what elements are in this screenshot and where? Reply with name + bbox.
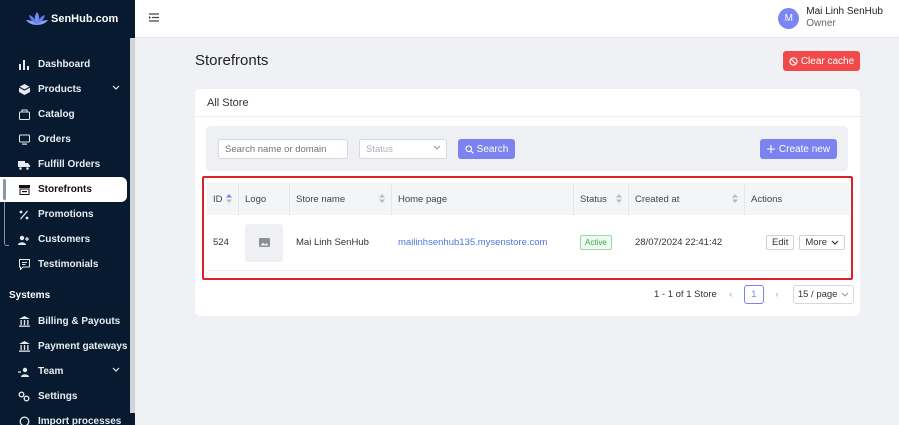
chevron-down-icon xyxy=(112,85,120,90)
sidebar: SenHub.com Dashboard Products Catalog Or… xyxy=(0,0,135,425)
bank-icon xyxy=(18,316,30,328)
pagination: 1 - 1 of 1 Store ‹ 1 › 15 / page xyxy=(654,285,855,304)
divider xyxy=(195,116,860,117)
sidebar-menu: Dashboard Products Catalog Orders Fulfil… xyxy=(0,52,130,425)
monitor-icon xyxy=(18,134,30,146)
sidebar-item-dashboard[interactable]: Dashboard xyxy=(0,52,130,77)
gears-icon xyxy=(18,391,30,403)
sidebar-item-settings[interactable]: Settings xyxy=(0,384,130,409)
sidebar-item-orders[interactable]: Orders xyxy=(0,127,130,152)
prev-page-icon[interactable]: ‹ xyxy=(723,289,739,300)
page-title: Storefronts xyxy=(195,52,269,69)
collapse-menu-icon[interactable] xyxy=(149,13,159,22)
search-input[interactable] xyxy=(218,139,348,159)
plus-icon xyxy=(766,145,775,153)
sidebar-item-fulfill-orders[interactable]: Fulfill Orders xyxy=(0,152,130,177)
sidebar-item-label: Storefronts xyxy=(38,184,92,195)
sidebar-item-customers[interactable]: Customers xyxy=(0,227,130,252)
avatar: M xyxy=(778,7,800,29)
store-icon xyxy=(18,184,30,196)
sidebar-item-label: Customers xyxy=(38,234,91,245)
create-new-label: Create new xyxy=(778,143,831,155)
page-size-label: 15 / page xyxy=(797,289,838,300)
sidebar-section-systems: Systems xyxy=(9,289,51,301)
create-new-button[interactable]: Create new xyxy=(760,139,837,159)
sidebar-item-promotions[interactable]: Promotions xyxy=(0,202,130,227)
sidebar-item-payment-gateways[interactable]: Payment gateways xyxy=(0,334,130,359)
search-icon xyxy=(465,144,474,154)
status-select-placeholder: Status xyxy=(366,143,393,155)
sidebar-scrollbar[interactable] xyxy=(130,38,135,413)
block-icon xyxy=(789,56,798,66)
sidebar-item-label: Settings xyxy=(38,391,78,402)
sidebar-item-catalog[interactable]: Catalog xyxy=(0,102,130,127)
catalog-icon xyxy=(18,109,30,121)
sidebar-item-label: Payment gateways xyxy=(38,341,128,352)
page-button-current[interactable]: 1 xyxy=(743,285,764,304)
pagination-summary: 1 - 1 of 1 Store xyxy=(654,289,717,300)
status-select[interactable]: Status xyxy=(359,139,447,159)
sidebar-item-label: Billing & Payouts xyxy=(38,316,121,327)
sidebar-item-billing-payouts[interactable]: Billing & Payouts xyxy=(0,309,130,334)
message-icon xyxy=(18,259,30,271)
lotus-logo-icon xyxy=(26,12,48,25)
highlight-annotation xyxy=(202,176,853,280)
sidebar-item-label: Import processes xyxy=(38,416,122,425)
chevron-down-icon xyxy=(112,367,120,372)
search-button[interactable]: Search xyxy=(458,139,515,159)
truck-icon xyxy=(18,159,30,171)
sidebar-item-label: Promotions xyxy=(38,209,94,220)
percent-icon xyxy=(18,209,30,221)
clear-cache-button[interactable]: Clear cache xyxy=(783,51,860,71)
sync-icon xyxy=(18,416,30,425)
sidebar-item-label: Fulfill Orders xyxy=(38,159,101,170)
sidebar-item-label: Dashboard xyxy=(38,59,91,70)
search-button-label: Search xyxy=(476,143,509,155)
sidebar-item-label: Testimonials xyxy=(38,259,99,270)
sidebar-item-testimonials[interactable]: Testimonials xyxy=(0,252,130,277)
sidebar-item-import-processes[interactable]: Import processes xyxy=(0,409,130,425)
bank-icon xyxy=(18,341,30,353)
user-menu[interactable]: M Mai Linh SenHub Owner xyxy=(778,6,883,30)
card-title: All Store xyxy=(207,97,249,109)
top-header: M Mai Linh SenHub Owner xyxy=(135,0,899,38)
bar-chart-icon xyxy=(18,59,30,71)
sidebar-item-products[interactable]: Products xyxy=(0,77,130,102)
brand-name: SenHub.com xyxy=(51,13,119,25)
sidebar-item-storefronts[interactable]: Storefronts xyxy=(0,177,127,202)
box-icon xyxy=(18,84,30,96)
sidebar-item-label: Products xyxy=(38,84,82,95)
chevron-down-icon xyxy=(842,292,849,297)
sidebar-item-label: Catalog xyxy=(38,109,75,120)
clear-cache-label: Clear cache xyxy=(800,55,855,67)
sidebar-item-label: Orders xyxy=(38,134,71,145)
sidebar-item-team[interactable]: Team xyxy=(0,359,130,384)
team-icon xyxy=(18,366,30,378)
chevron-down-icon xyxy=(433,145,441,150)
next-page-icon[interactable]: › xyxy=(769,289,785,300)
users-icon xyxy=(18,234,30,246)
user-role: Owner xyxy=(806,18,836,29)
user-name: Mai Linh SenHub xyxy=(806,6,883,17)
sidebar-item-label: Team xyxy=(38,366,64,377)
brand-logo[interactable]: SenHub.com xyxy=(0,0,135,38)
filter-bar: Status Search Create new xyxy=(206,126,848,171)
page-size-select[interactable]: 15 / page xyxy=(792,285,855,304)
